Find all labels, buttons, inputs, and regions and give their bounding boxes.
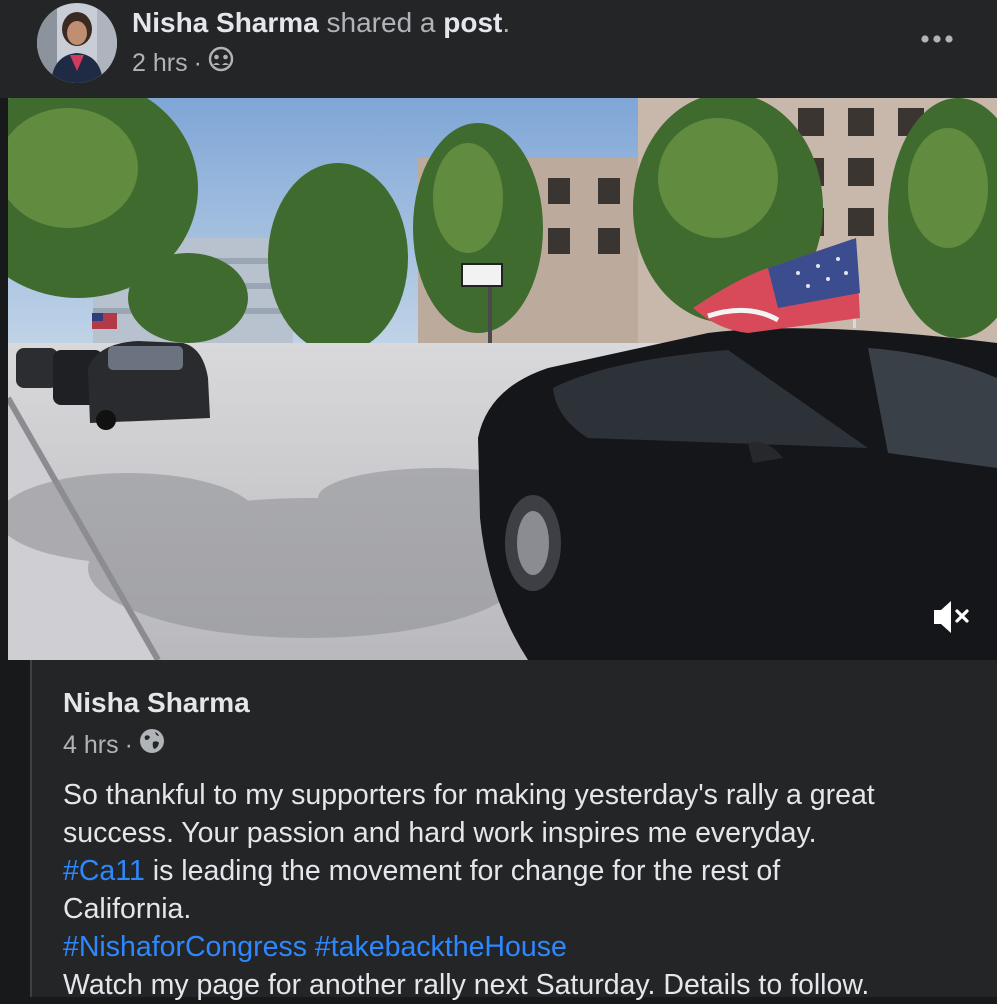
shared-post-meta: 4 hrs · [63, 728, 165, 762]
post-text-line: success. Your passion and hard work insp… [63, 817, 817, 849]
volume-muted-icon [934, 601, 969, 633]
meta-separator: · [124, 731, 133, 759]
post-text-line: #Ca11 is leading the movement for change… [63, 852, 963, 890]
post-body: So thankful to my supporters for making … [63, 776, 963, 1004]
avatar[interactable] [37, 3, 117, 83]
post-link[interactable]: post [443, 7, 502, 38]
post-text-line: #NishaforCongress #takebacktheHouse [63, 928, 963, 966]
hashtag-ca11[interactable]: #Ca11 [63, 855, 145, 887]
video-player[interactable] [8, 98, 997, 660]
period: . [502, 7, 511, 38]
hashtag-nishaforcongress[interactable]: #NishaforCongress [63, 931, 307, 963]
post-text-line: So thankful to my supporters for making … [63, 779, 875, 811]
globe-icon[interactable] [139, 728, 165, 762]
avatar-image [37, 3, 117, 83]
share-headline: Nisha Sharma shared a post. [132, 6, 510, 40]
author-name[interactable]: Nisha Sharma [132, 7, 319, 38]
video-frame [8, 98, 997, 660]
hashtag-takebackthehouse[interactable]: #takebacktheHouse [315, 931, 567, 963]
post-header: Nisha Sharma shared a post. 2 hrs · [0, 0, 997, 98]
post-text-fragment: is leading the movement for change for t… [144, 855, 781, 887]
action-text: shared a [326, 7, 436, 38]
post-text-line: Watch my page for another rally next Sat… [63, 969, 870, 1001]
post-text-line: California. [63, 893, 192, 925]
post-meta: 2 hrs · [132, 46, 234, 80]
meta-separator: · [193, 49, 202, 77]
post-timestamp[interactable]: 2 hrs [132, 47, 188, 79]
shared-post-timestamp[interactable]: 4 hrs [63, 729, 119, 761]
shared-author-name[interactable]: Nisha Sharma [63, 686, 250, 720]
more-options-icon [921, 35, 953, 43]
friends-icon[interactable] [208, 46, 234, 80]
mute-button[interactable] [929, 594, 975, 640]
hashtag-spacer [307, 931, 315, 963]
more-options-button[interactable] [912, 24, 962, 54]
shared-post-card: Nisha Sharma 4 hrs · So thankful to my s… [30, 660, 997, 1001]
